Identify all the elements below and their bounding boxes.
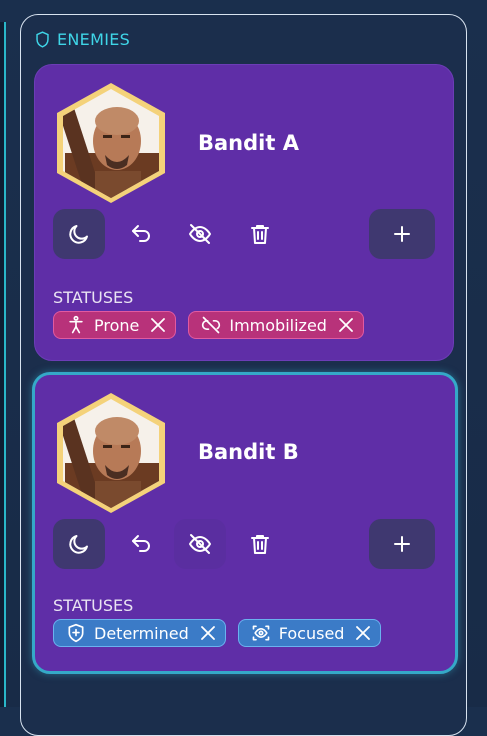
plus-icon — [394, 536, 410, 552]
enemy-toolbar — [53, 519, 437, 569]
status-chip-immobilized[interactable]: Immobilized — [188, 311, 364, 339]
enemy-name[interactable]: Bandit A — [198, 131, 299, 155]
rest-button[interactable] — [53, 209, 105, 259]
hide-button[interactable] — [174, 519, 226, 569]
close-icon[interactable] — [151, 318, 166, 332]
enemy-name[interactable]: Bandit B — [198, 440, 299, 464]
undo-icon — [132, 535, 150, 552]
avatar[interactable] — [55, 83, 167, 203]
panel-header: ENEMIES — [35, 30, 130, 49]
eye-off-icon — [189, 534, 211, 554]
plus-icon — [394, 226, 410, 242]
statuses-label: STATUSES — [53, 288, 134, 307]
moon-icon — [69, 535, 88, 554]
undo-button[interactable] — [115, 519, 167, 569]
status-chip-determined[interactable]: Determined — [53, 619, 226, 647]
trash-icon — [251, 225, 269, 244]
undo-button[interactable] — [115, 209, 167, 259]
status-list: Prone Immobilized — [53, 311, 364, 339]
enemy-card[interactable]: Bandit A STATUSES Prone Immobilized — [34, 64, 454, 361]
unlink-icon — [202, 316, 221, 334]
status-chip-prone[interactable]: Prone — [53, 311, 177, 339]
rest-button[interactable] — [53, 519, 105, 569]
add-status-button[interactable] — [369, 519, 435, 569]
eye-scan-icon — [252, 625, 270, 641]
status-label: Prone — [94, 315, 140, 335]
eye-off-icon — [189, 224, 211, 244]
moon-icon — [69, 225, 88, 244]
close-icon[interactable] — [200, 626, 215, 640]
panel-title: ENEMIES — [57, 30, 131, 49]
status-chip-focused[interactable]: Focused — [237, 619, 382, 647]
delete-button[interactable] — [234, 209, 286, 259]
enemies-panel: ENEMIES Bandit A STATUSES Prone Immobili… — [20, 14, 467, 736]
status-label: Focused — [278, 623, 345, 643]
close-icon[interactable] — [356, 626, 371, 640]
hide-button[interactable] — [174, 209, 226, 259]
avatar[interactable] — [55, 393, 167, 513]
status-label: Determined — [94, 623, 189, 643]
shield-icon — [36, 31, 49, 48]
undo-icon — [132, 225, 150, 242]
status-label: Immobilized — [229, 315, 327, 335]
person-standing-icon — [69, 315, 83, 334]
left-rail — [0, 22, 6, 707]
close-icon[interactable] — [339, 318, 353, 332]
statuses-label: STATUSES — [53, 596, 134, 615]
shield-plus-icon — [68, 623, 84, 643]
trash-icon — [251, 535, 269, 554]
delete-button[interactable] — [234, 519, 286, 569]
status-list: Determined Focused — [53, 619, 382, 647]
enemy-toolbar — [53, 209, 437, 259]
add-status-button[interactable] — [369, 209, 435, 259]
enemy-card-selected[interactable]: Bandit B STATUSES Determined Focused — [32, 372, 458, 674]
